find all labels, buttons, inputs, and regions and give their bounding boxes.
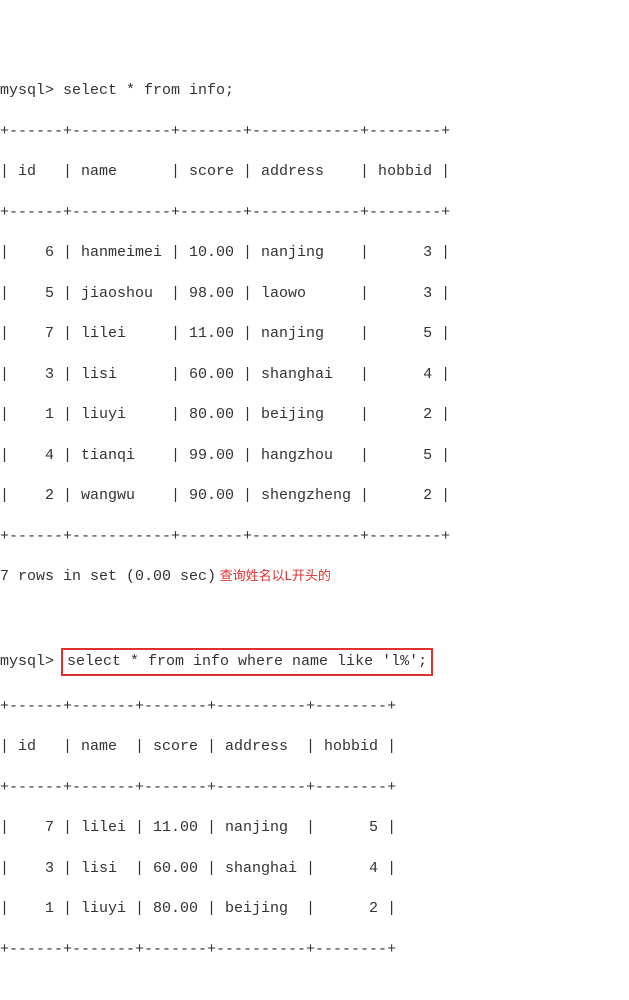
table-row: | 3 | lisi | 60.00 | shanghai | 4 | [0,365,629,385]
table-row: | 7 | lilei | 11.00 | nanjing | 5 | [0,818,629,838]
table-border: +------+-------+-------+----------+-----… [0,697,629,717]
mysql-prompt: mysql> [0,82,63,99]
table-border: +------+-------+-------+----------+-----… [0,778,629,798]
highlighted-query-box: select * from info where name like 'l%'; [61,648,433,676]
table-header-row: | id | name | score | address | hobbid | [0,737,629,757]
mysql-prompt: mysql> [0,653,63,670]
result-count-line: 7 rows in set (0.00 sec) 查询姓名以L开头的 [0,567,629,587]
table-border: +------+-----------+-------+------------… [0,203,629,223]
mysql-prompt-line-2: mysql> select * from info where name lik… [0,648,629,676]
annotation-text: 查询姓名以L开头的 [216,568,331,583]
table-row: | 3 | lisi | 60.00 | shanghai | 4 | [0,859,629,879]
table-row: | 2 | wangwu | 90.00 | shengzheng | 2 | [0,486,629,506]
table-row: | 7 | lilei | 11.00 | nanjing | 5 | [0,324,629,344]
sql-query-2: select * from info where name like 'l%'; [67,653,427,670]
table-row: | 5 | jiaoshou | 98.00 | laowo | 3 | [0,284,629,304]
table-header-row: | id | name | score | address | hobbid | [0,162,629,182]
sql-query-1: select * from info; [63,82,234,99]
table-row: | 1 | liuyi | 80.00 | beijing | 2 | [0,405,629,425]
table-border: +------+-----------+-------+------------… [0,527,629,547]
table-border: +------+-----------+-------+------------… [0,122,629,142]
table-row: | 1 | liuyi | 80.00 | beijing | 2 | [0,899,629,919]
table-border: +------+-------+-------+----------+-----… [0,940,629,960]
result-count: 7 rows in set (0.00 sec) [0,568,216,585]
table-row: | 4 | tianqi | 99.00 | hangzhou | 5 | [0,446,629,466]
mysql-prompt-line-1: mysql> select * from info; [0,81,629,101]
table-row: | 6 | hanmeimei | 10.00 | nanjing | 3 | [0,243,629,263]
blank-line [0,608,629,628]
